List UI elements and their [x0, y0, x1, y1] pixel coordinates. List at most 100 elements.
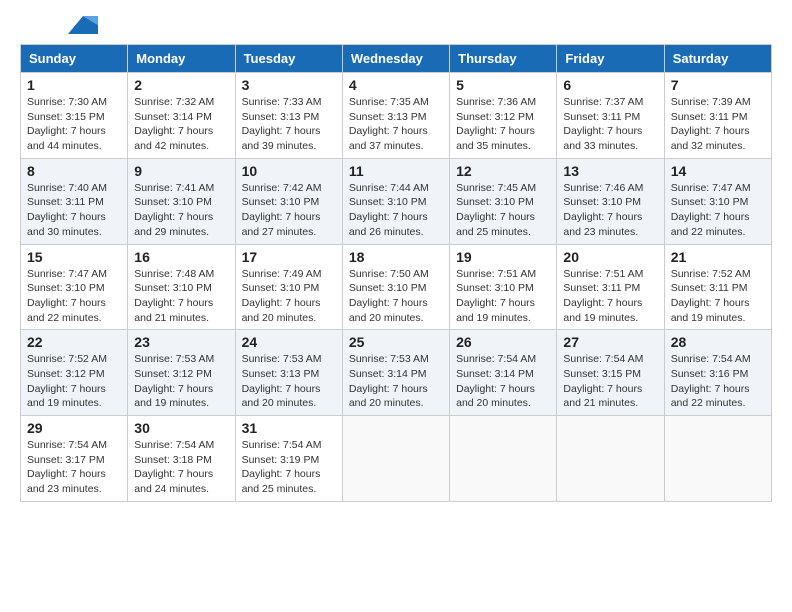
day-number: 3 — [242, 77, 336, 93]
calendar-table: SundayMondayTuesdayWednesdayThursdayFrid… — [20, 44, 772, 502]
logo-icon — [68, 16, 98, 34]
calendar-cell: 13 Sunrise: 7:46 AM Sunset: 3:10 PM Dayl… — [557, 158, 664, 244]
calendar-cell: 28 Sunrise: 7:54 AM Sunset: 3:16 PM Dayl… — [664, 330, 771, 416]
calendar-cell: 18 Sunrise: 7:50 AM Sunset: 3:10 PM Dayl… — [342, 244, 449, 330]
calendar-cell: 25 Sunrise: 7:53 AM Sunset: 3:14 PM Dayl… — [342, 330, 449, 416]
day-info: Sunrise: 7:46 AM Sunset: 3:10 PM Dayligh… — [563, 181, 657, 240]
day-number: 20 — [563, 249, 657, 265]
calendar-cell: 21 Sunrise: 7:52 AM Sunset: 3:11 PM Dayl… — [664, 244, 771, 330]
calendar-cell: 2 Sunrise: 7:32 AM Sunset: 3:14 PM Dayli… — [128, 73, 235, 159]
day-number: 15 — [27, 249, 121, 265]
day-number: 30 — [134, 420, 228, 436]
day-info: Sunrise: 7:53 AM Sunset: 3:12 PM Dayligh… — [134, 352, 228, 411]
day-info: Sunrise: 7:53 AM Sunset: 3:14 PM Dayligh… — [349, 352, 443, 411]
day-number: 5 — [456, 77, 550, 93]
day-info: Sunrise: 7:51 AM Sunset: 3:11 PM Dayligh… — [563, 267, 657, 326]
calendar-cell: 27 Sunrise: 7:54 AM Sunset: 3:15 PM Dayl… — [557, 330, 664, 416]
day-number: 18 — [349, 249, 443, 265]
day-number: 1 — [27, 77, 121, 93]
header-saturday: Saturday — [664, 45, 771, 73]
calendar-cell: 17 Sunrise: 7:49 AM Sunset: 3:10 PM Dayl… — [235, 244, 342, 330]
day-number: 12 — [456, 163, 550, 179]
day-info: Sunrise: 7:42 AM Sunset: 3:10 PM Dayligh… — [242, 181, 336, 240]
calendar-cell: 26 Sunrise: 7:54 AM Sunset: 3:14 PM Dayl… — [450, 330, 557, 416]
calendar-cell: 22 Sunrise: 7:52 AM Sunset: 3:12 PM Dayl… — [21, 330, 128, 416]
day-info: Sunrise: 7:54 AM Sunset: 3:19 PM Dayligh… — [242, 438, 336, 497]
calendar-cell: 24 Sunrise: 7:53 AM Sunset: 3:13 PM Dayl… — [235, 330, 342, 416]
calendar-cell: 1 Sunrise: 7:30 AM Sunset: 3:15 PM Dayli… — [21, 73, 128, 159]
day-number: 14 — [671, 163, 765, 179]
header-tuesday: Tuesday — [235, 45, 342, 73]
day-info: Sunrise: 7:52 AM Sunset: 3:12 PM Dayligh… — [27, 352, 121, 411]
day-info: Sunrise: 7:51 AM Sunset: 3:10 PM Dayligh… — [456, 267, 550, 326]
day-number: 8 — [27, 163, 121, 179]
day-number: 9 — [134, 163, 228, 179]
calendar-cell: 19 Sunrise: 7:51 AM Sunset: 3:10 PM Dayl… — [450, 244, 557, 330]
day-info: Sunrise: 7:30 AM Sunset: 3:15 PM Dayligh… — [27, 95, 121, 154]
calendar-cell — [342, 416, 449, 502]
day-info: Sunrise: 7:44 AM Sunset: 3:10 PM Dayligh… — [349, 181, 443, 240]
logo — [20, 20, 98, 34]
day-info: Sunrise: 7:47 AM Sunset: 3:10 PM Dayligh… — [671, 181, 765, 240]
calendar-cell: 5 Sunrise: 7:36 AM Sunset: 3:12 PM Dayli… — [450, 73, 557, 159]
day-info: Sunrise: 7:32 AM Sunset: 3:14 PM Dayligh… — [134, 95, 228, 154]
header — [20, 20, 772, 34]
calendar-cell: 31 Sunrise: 7:54 AM Sunset: 3:19 PM Dayl… — [235, 416, 342, 502]
day-number: 27 — [563, 334, 657, 350]
day-info: Sunrise: 7:47 AM Sunset: 3:10 PM Dayligh… — [27, 267, 121, 326]
calendar-cell: 16 Sunrise: 7:48 AM Sunset: 3:10 PM Dayl… — [128, 244, 235, 330]
calendar-week-row: 8 Sunrise: 7:40 AM Sunset: 3:11 PM Dayli… — [21, 158, 772, 244]
day-number: 11 — [349, 163, 443, 179]
day-number: 25 — [349, 334, 443, 350]
calendar-cell — [664, 416, 771, 502]
day-info: Sunrise: 7:48 AM Sunset: 3:10 PM Dayligh… — [134, 267, 228, 326]
header-friday: Friday — [557, 45, 664, 73]
calendar-cell: 14 Sunrise: 7:47 AM Sunset: 3:10 PM Dayl… — [664, 158, 771, 244]
day-info: Sunrise: 7:50 AM Sunset: 3:10 PM Dayligh… — [349, 267, 443, 326]
day-number: 10 — [242, 163, 336, 179]
header-thursday: Thursday — [450, 45, 557, 73]
calendar-cell: 6 Sunrise: 7:37 AM Sunset: 3:11 PM Dayli… — [557, 73, 664, 159]
day-info: Sunrise: 7:33 AM Sunset: 3:13 PM Dayligh… — [242, 95, 336, 154]
calendar-cell: 15 Sunrise: 7:47 AM Sunset: 3:10 PM Dayl… — [21, 244, 128, 330]
day-number: 31 — [242, 420, 336, 436]
day-number: 2 — [134, 77, 228, 93]
day-info: Sunrise: 7:49 AM Sunset: 3:10 PM Dayligh… — [242, 267, 336, 326]
calendar-cell — [557, 416, 664, 502]
calendar-week-row: 1 Sunrise: 7:30 AM Sunset: 3:15 PM Dayli… — [21, 73, 772, 159]
day-number: 13 — [563, 163, 657, 179]
header-monday: Monday — [128, 45, 235, 73]
header-wednesday: Wednesday — [342, 45, 449, 73]
day-number: 19 — [456, 249, 550, 265]
calendar-cell: 11 Sunrise: 7:44 AM Sunset: 3:10 PM Dayl… — [342, 158, 449, 244]
day-info: Sunrise: 7:54 AM Sunset: 3:15 PM Dayligh… — [563, 352, 657, 411]
day-number: 16 — [134, 249, 228, 265]
day-info: Sunrise: 7:54 AM Sunset: 3:14 PM Dayligh… — [456, 352, 550, 411]
day-number: 23 — [134, 334, 228, 350]
day-info: Sunrise: 7:36 AM Sunset: 3:12 PM Dayligh… — [456, 95, 550, 154]
calendar-cell — [450, 416, 557, 502]
day-info: Sunrise: 7:54 AM Sunset: 3:17 PM Dayligh… — [27, 438, 121, 497]
day-info: Sunrise: 7:40 AM Sunset: 3:11 PM Dayligh… — [27, 181, 121, 240]
calendar-cell: 23 Sunrise: 7:53 AM Sunset: 3:12 PM Dayl… — [128, 330, 235, 416]
day-info: Sunrise: 7:37 AM Sunset: 3:11 PM Dayligh… — [563, 95, 657, 154]
day-number: 6 — [563, 77, 657, 93]
day-info: Sunrise: 7:54 AM Sunset: 3:18 PM Dayligh… — [134, 438, 228, 497]
day-number: 29 — [27, 420, 121, 436]
day-info: Sunrise: 7:41 AM Sunset: 3:10 PM Dayligh… — [134, 181, 228, 240]
day-number: 7 — [671, 77, 765, 93]
calendar-cell: 4 Sunrise: 7:35 AM Sunset: 3:13 PM Dayli… — [342, 73, 449, 159]
day-info: Sunrise: 7:52 AM Sunset: 3:11 PM Dayligh… — [671, 267, 765, 326]
calendar-week-row: 29 Sunrise: 7:54 AM Sunset: 3:17 PM Dayl… — [21, 416, 772, 502]
day-number: 21 — [671, 249, 765, 265]
calendar-cell: 20 Sunrise: 7:51 AM Sunset: 3:11 PM Dayl… — [557, 244, 664, 330]
day-info: Sunrise: 7:39 AM Sunset: 3:11 PM Dayligh… — [671, 95, 765, 154]
day-number: 4 — [349, 77, 443, 93]
calendar-cell: 7 Sunrise: 7:39 AM Sunset: 3:11 PM Dayli… — [664, 73, 771, 159]
calendar-cell: 3 Sunrise: 7:33 AM Sunset: 3:13 PM Dayli… — [235, 73, 342, 159]
calendar-header-row: SundayMondayTuesdayWednesdayThursdayFrid… — [21, 45, 772, 73]
calendar-cell: 8 Sunrise: 7:40 AM Sunset: 3:11 PM Dayli… — [21, 158, 128, 244]
calendar-cell: 12 Sunrise: 7:45 AM Sunset: 3:10 PM Dayl… — [450, 158, 557, 244]
day-info: Sunrise: 7:35 AM Sunset: 3:13 PM Dayligh… — [349, 95, 443, 154]
day-info: Sunrise: 7:54 AM Sunset: 3:16 PM Dayligh… — [671, 352, 765, 411]
